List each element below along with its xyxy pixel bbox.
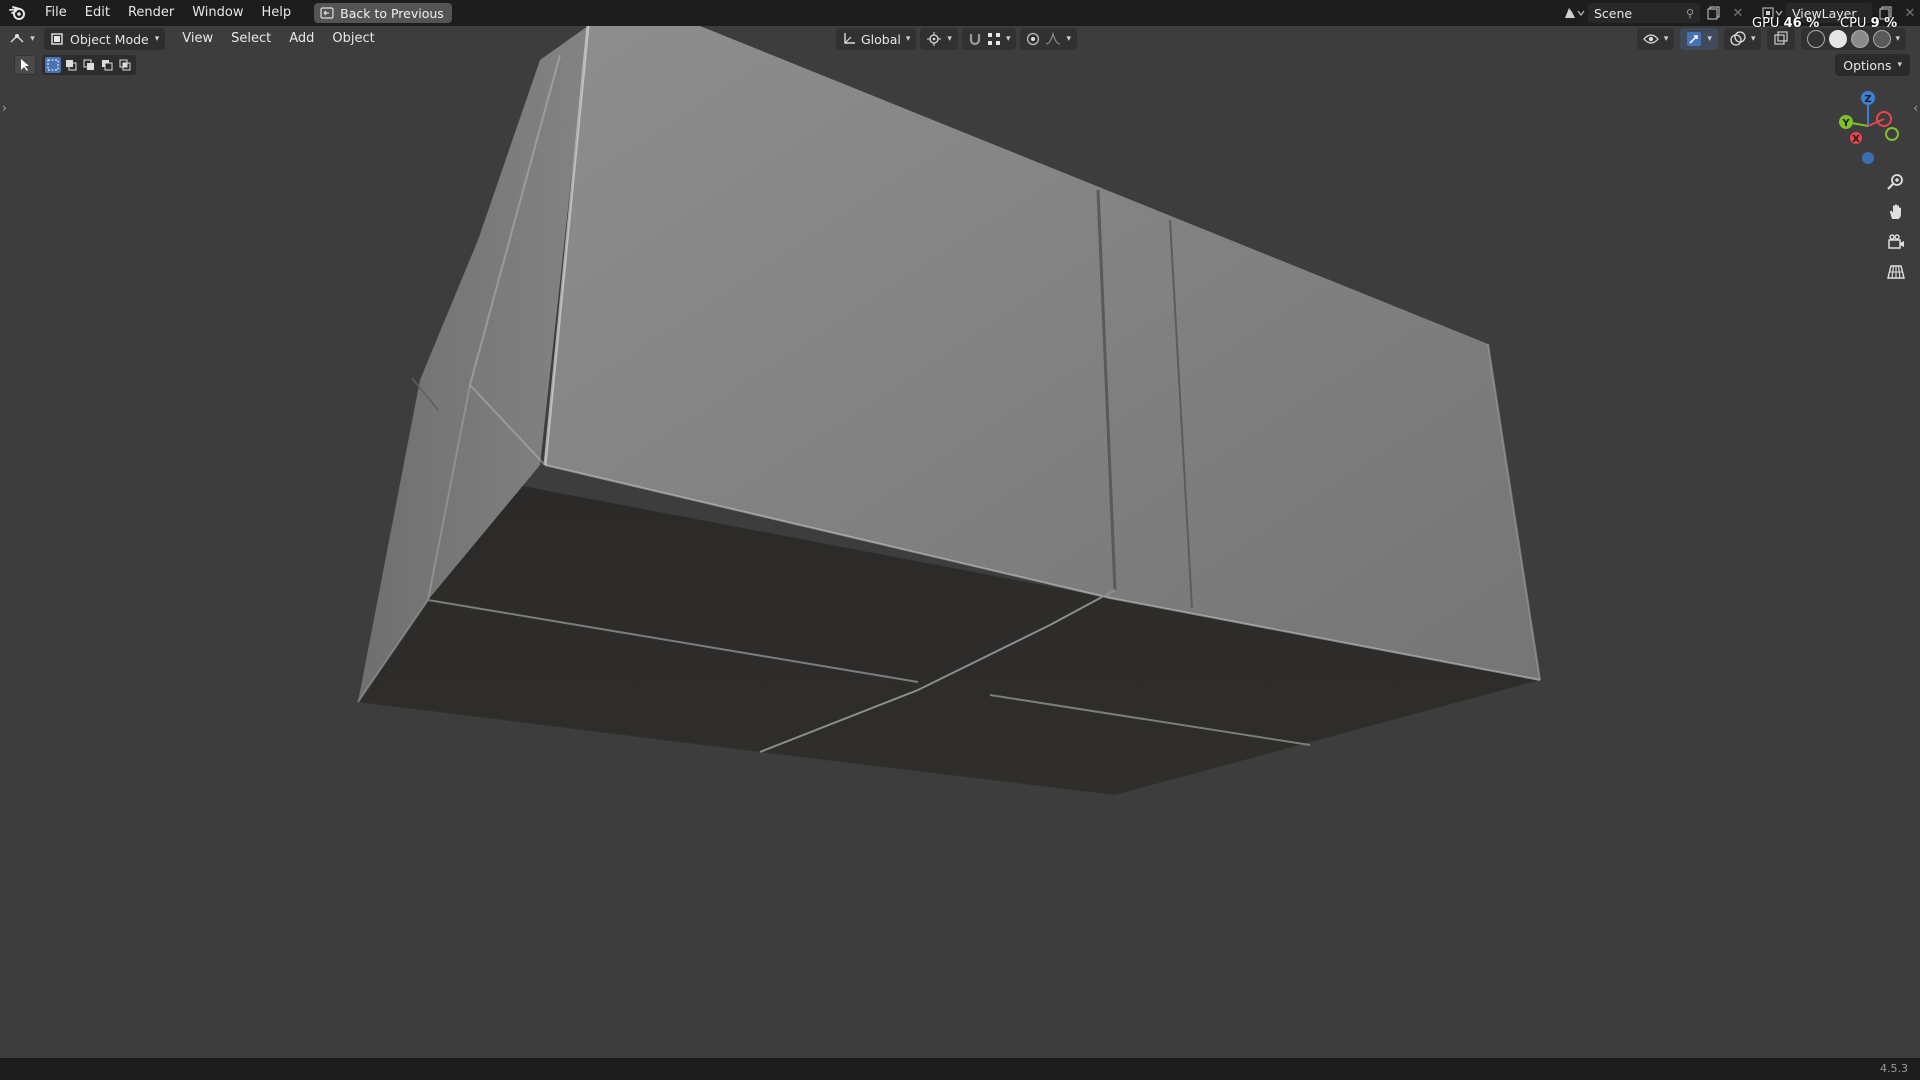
scene-name: Scene [1594,5,1633,21]
scene-icon[interactable] [1560,3,1588,23]
back-to-previous-label: Back to Previous [340,5,444,21]
menu-render[interactable]: Render [119,0,183,26]
transform-pivot-icon [927,32,942,46]
perspective-grid-icon [1887,265,1905,279]
negative-y-axis-handle[interactable] [1885,127,1899,141]
3d-viewport-editor-icon [10,34,24,43]
editor-type-selector[interactable]: ▾ [0,32,44,46]
chevron-down-icon: ▾ [1066,34,1071,44]
proportional-editing-toggle[interactable]: ▾ [1020,28,1077,50]
version-label: 4.5.3 [1880,1062,1908,1075]
visibility-dropdown[interactable]: ▾ [1636,28,1675,50]
select-new-mode-icon[interactable] [45,57,61,73]
overlays-toggle[interactable]: ▾ [1723,28,1762,50]
select-tool-button[interactable] [14,55,36,75]
pin-icon[interactable]: ⚲ [1686,7,1694,20]
scene-name-field[interactable]: Scene ⚲ [1588,3,1700,23]
back-to-previous-icon [320,7,334,19]
object-mode-dropdown[interactable]: Object Mode ▾ [44,28,166,50]
viewport-3d-scene[interactable] [0,0,1920,1080]
chevron-down-icon: ▾ [1707,34,1712,44]
chevron-down-icon: ▾ [1750,34,1756,44]
back-to-previous-button[interactable]: Back to Previous [314,3,452,23]
chevron-down-icon: ▾ [1897,60,1902,70]
falloff-curve-icon[interactable] [1045,32,1061,46]
snap-magnet-icon [969,34,981,46]
cursor-arrow-icon [21,59,29,71]
chevron-down-icon: ▾ [1663,34,1669,44]
delete-scene-icon[interactable]: ✕ [1728,3,1748,23]
y-axis-label: Y [1841,118,1850,129]
tool-settings-row [14,55,136,75]
wireframe-shading-icon[interactable] [1807,30,1826,48]
chevron-down-icon: ▾ [1005,34,1011,44]
navigation-gizmo[interactable]: X Y Z [1824,88,1908,172]
z-axis-label: Z [1864,94,1871,105]
xray-toggle[interactable] [1767,28,1796,50]
select-extend-mode-icon[interactable] [63,57,79,73]
xray-icon [1774,31,1789,45]
options-dropdown[interactable]: Options ▾ [1835,54,1910,76]
perspective-toggle-button[interactable] [1882,258,1910,286]
menu-edit[interactable]: Edit [76,0,119,26]
menu-object[interactable]: Object [323,28,383,50]
object-mode-label: Object Mode [70,31,149,47]
scene-selector[interactable]: Scene ⚲ ✕ [1560,3,1748,23]
x-axis-label: X [1852,134,1860,145]
menu-help[interactable]: Help [253,0,301,26]
overlays-icon [1730,31,1746,46]
chevron-down-icon: ▾ [30,34,35,44]
pivot-point-dropdown[interactable]: ▾ [920,28,958,50]
menu-view[interactable]: View [173,28,222,50]
blender-window: File Edit Render Window Help Back to Pre… [0,0,1920,1080]
select-invert-mode-icon[interactable] [99,57,115,73]
proportional-editing-icon [1027,32,1040,46]
toolbar-expand-icon[interactable]: › [2,101,7,115]
negative-z-axis-handle[interactable] [1862,152,1874,164]
snap-toggle[interactable]: ▾ [961,28,1017,50]
snap-grid-icon[interactable] [987,32,1001,46]
select-intersect-mode-icon[interactable] [117,57,133,73]
menu-add[interactable]: Add [280,28,323,50]
pan-hand-icon [1890,204,1901,219]
gizmo-toggle-icon [1687,32,1702,46]
gizmo-toggle[interactable]: ▾ [1680,28,1718,50]
status-bar: 4.5.3 [0,1058,1920,1080]
transform-orientation-dropdown[interactable]: Global ▾ [836,28,917,50]
orientation-icon [844,33,855,44]
pan-button[interactable] [1882,198,1910,226]
menu-file[interactable]: File [36,0,76,26]
zoom-button[interactable] [1882,168,1910,196]
shading-modes: ▾ [1801,28,1906,50]
menu-select[interactable]: Select [222,28,280,50]
chevron-down-icon: ▾ [947,34,952,44]
material-shading-icon[interactable] [1851,30,1870,48]
chevron-down-icon[interactable]: ▾ [1895,34,1900,44]
new-scene-icon[interactable] [1700,3,1728,23]
camera-view-icon [1888,234,1904,249]
top-menu-bar: File Edit Render Window Help Back to Pre… [0,0,1920,26]
rendered-shading-icon[interactable] [1873,30,1892,48]
selection-mode-group [42,55,136,75]
solid-shading-icon[interactable] [1829,30,1848,48]
sidebar-expand-icon[interactable]: ‹ [1913,101,1918,115]
chevron-down-icon: ▾ [154,34,160,44]
blender-logo-icon[interactable] [0,0,36,26]
chevron-down-icon: ▾ [905,34,911,44]
eye-icon [1643,34,1659,44]
delete-view-layer-icon[interactable]: ✕ [1900,3,1920,23]
camera-view-button[interactable] [1882,228,1910,256]
options-label: Options [1843,57,1892,73]
zoom-icon [1887,174,1903,190]
transform-tools: Global ▾ ▾ ▾ ▾ [836,28,1077,50]
menu-window[interactable]: Window [183,0,252,26]
orientation-label: Global [861,31,901,47]
viewport-display-tools: ▾ ▾ ▾ ▾ [1636,28,1906,50]
object-mode-icon [51,33,63,45]
select-subtract-mode-icon[interactable] [81,57,97,73]
